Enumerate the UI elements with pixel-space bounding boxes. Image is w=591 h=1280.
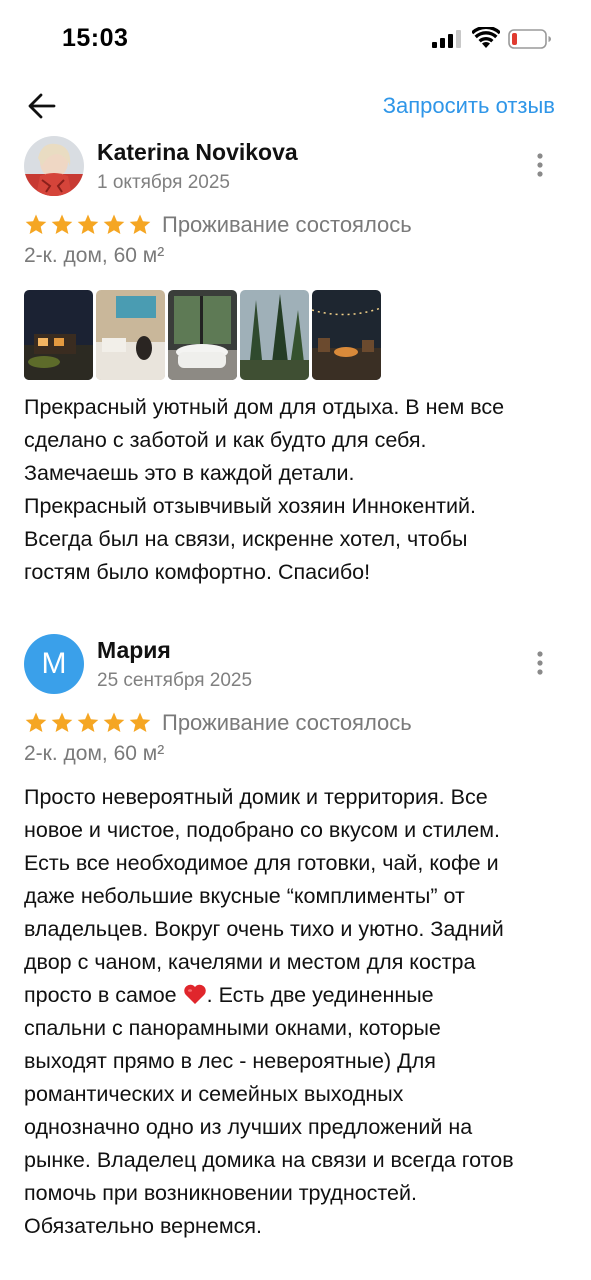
author-name[interactable]: Мария [97, 637, 171, 664]
review-text-part: Просто невероятный домик и территория. В… [24, 785, 504, 1007]
review-photo[interactable] [312, 290, 381, 380]
review-photo[interactable] [96, 290, 165, 380]
stay-status: Проживание состоялось [162, 212, 412, 237]
status-time: 15:03 [62, 24, 129, 52]
star-icon [103, 712, 125, 732]
status-bar: 15:03 [0, 0, 591, 80]
property-info: 2-к. дом, 60 м² [24, 244, 165, 267]
avatar [24, 136, 84, 196]
review-photo[interactable] [240, 290, 309, 380]
review-text: Просто невероятный домик и территория. В… [24, 781, 569, 1243]
star-rating [24, 711, 152, 735]
battery-low-icon [508, 29, 551, 49]
heart-icon [183, 984, 206, 1004]
avatar-photo [24, 136, 84, 196]
star-icon [51, 712, 73, 732]
star-rating [24, 213, 152, 237]
more-vertical-icon[interactable] [534, 650, 546, 676]
star-icon [77, 214, 99, 234]
rating-row: Проживание состоялось [24, 708, 412, 738]
review-photo[interactable] [24, 290, 93, 380]
star-icon [129, 214, 151, 234]
star-icon [77, 712, 99, 732]
avatar: М [24, 634, 84, 694]
star-icon [103, 214, 125, 234]
review-date: 25 сентября 2025 [97, 670, 253, 691]
review-photos [24, 290, 381, 380]
nav-bar: Запросить отзыв [0, 80, 591, 132]
more-vertical-icon[interactable] [534, 152, 546, 178]
star-icon [25, 214, 47, 234]
star-icon [51, 214, 73, 234]
star-icon [25, 712, 47, 732]
wifi-icon [472, 27, 500, 48]
review-text: Прекрасный уютный дом для отдыха. В нем … [24, 395, 505, 584]
author-name[interactable]: Katerina Novikova [97, 139, 298, 166]
rating-row: Проживание состоялось [24, 210, 412, 240]
star-icon [129, 712, 151, 732]
review-photo[interactable] [168, 290, 237, 380]
review-date: 1 октября 2025 [97, 172, 230, 193]
stay-status: Проживание состоялось [162, 710, 412, 735]
property-info: 2-к. дом, 60 м² [24, 742, 165, 765]
review-text-part: . Есть две уединенные спальни с панорамн… [24, 983, 514, 1238]
cellular-signal-icon [432, 30, 461, 48]
arrow-left-icon[interactable] [26, 90, 58, 122]
request-review-link[interactable]: Запросить отзыв [383, 93, 555, 119]
